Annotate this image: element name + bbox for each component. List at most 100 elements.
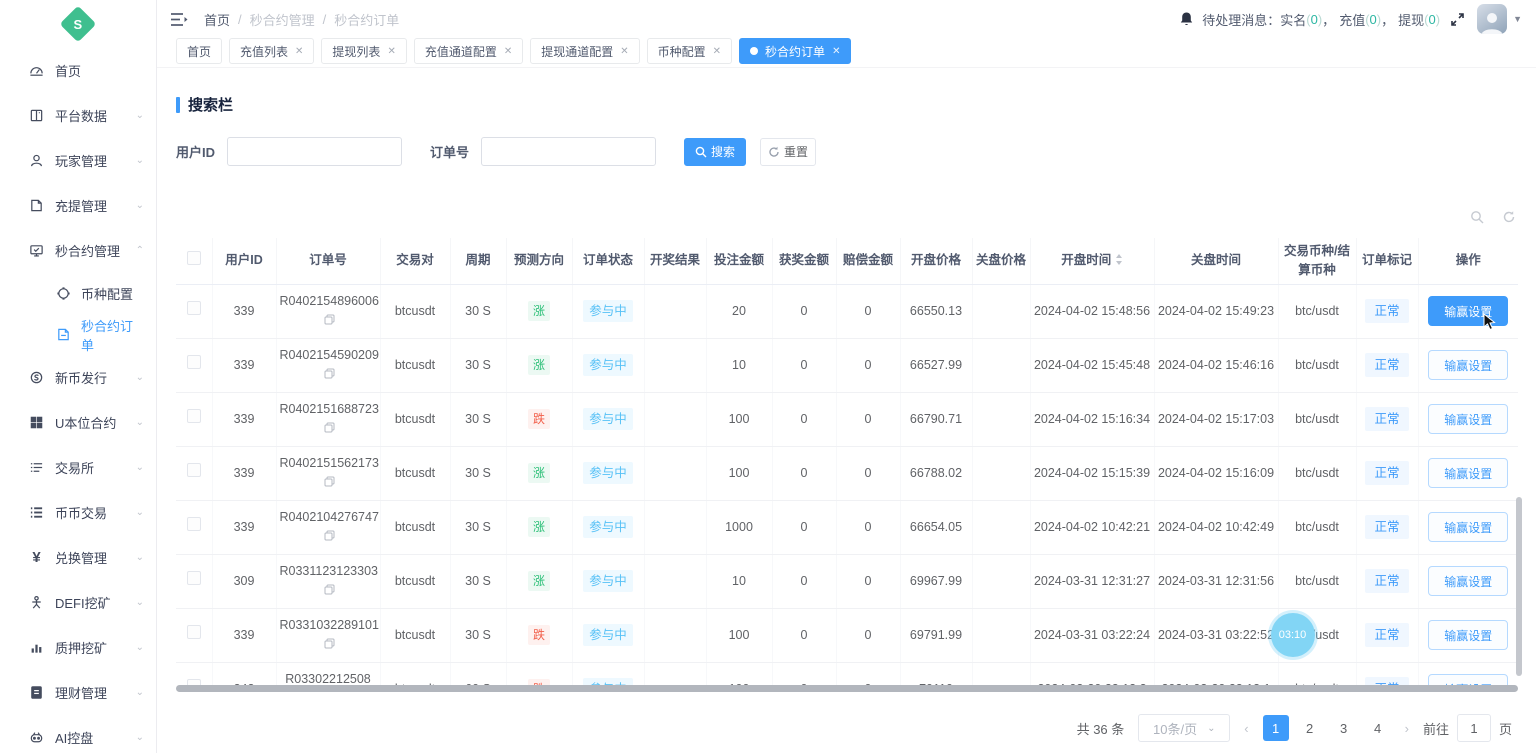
tab-label: 提现列表 [332, 44, 381, 59]
row-checkbox[interactable] [186, 679, 201, 685]
tab-秒合约订单[interactable]: 秒合约订单 ✕ [739, 38, 852, 64]
tab-首页[interactable]: 首页 [176, 38, 223, 64]
win-lose-settings-button[interactable]: 输赢设置 [1428, 674, 1509, 685]
cell-pair: btcusdt [380, 608, 451, 663]
tab-充值通道配置[interactable]: 充值通道配置 ✕ [413, 38, 524, 64]
sidebar-item-finance-mgmt[interactable]: 理财管理 ⌄ [0, 670, 156, 715]
tab-close-icon[interactable]: ✕ [295, 46, 303, 57]
fullscreen-icon[interactable] [1450, 12, 1465, 27]
cell-action: 输赢设置 [1418, 608, 1518, 663]
win-lose-settings-button[interactable]: 输赢设置 [1428, 296, 1509, 331]
goto-page-input[interactable] [1456, 714, 1491, 742]
cell-comp-amount: 0 [836, 608, 901, 663]
table-search-icon[interactable] [1470, 210, 1484, 224]
pending-messages[interactable]: 待处理消息： 实名( 0 )，充值( 0 )，提现( 0 ) [1179, 10, 1440, 29]
col-header-status: 订单状态 [572, 238, 645, 285]
app-logo[interactable]: S [0, 0, 156, 48]
tab-close-icon[interactable]: ✕ [832, 46, 840, 57]
tab-close-icon[interactable]: ✕ [387, 46, 395, 57]
sidebar-item-deposit-withdraw-mgmt[interactable]: 充提管理 ⌄ [0, 183, 156, 228]
reset-button[interactable]: 重置 [760, 137, 817, 166]
notice-count: 0 [1310, 11, 1318, 27]
sidebar-subitem-coin-config[interactable]: 币种配置 [0, 273, 156, 314]
sidebar-item-defi-mining[interactable]: DEFI挖矿 ⌄ [0, 580, 156, 625]
row-checkbox[interactable] [186, 517, 201, 532]
sidebar-item-second-contract-mgmt[interactable]: 秒合约管理 ⌃ [0, 228, 156, 273]
avatar[interactable] [1477, 4, 1508, 34]
sidebar-item-home[interactable]: 首页 [0, 48, 156, 93]
table-refresh-icon[interactable] [1502, 210, 1516, 224]
sidebar-item-ai-control[interactable]: AI控盘 ⌄ [0, 715, 156, 753]
countdown-bubble: 03:10 [1270, 613, 1315, 657]
sidebar-item-u-margin-contract[interactable]: U本位合约 ⌄ [0, 400, 156, 445]
menu-fold-icon[interactable] [171, 12, 188, 27]
horizontal-scrollbar[interactable] [176, 685, 1518, 692]
tab-提现通道配置[interactable]: 提现通道配置 ✕ [530, 38, 640, 64]
pagination-total: 共 36 条 [1076, 721, 1125, 737]
sidebar-item-player-mgmt[interactable]: 玩家管理 ⌄ [0, 138, 156, 183]
win-lose-settings-button[interactable]: 输赢设置 [1428, 350, 1509, 380]
sidebar-item-new-coin-issue[interactable]: 新币发行 ⌄ [0, 355, 156, 400]
page-size-select[interactable]: 10条/页 ⌄ [1138, 714, 1231, 742]
tab-提现列表[interactable]: 提现列表 ✕ [321, 38, 407, 64]
row-checkbox[interactable] [186, 463, 201, 478]
cell-close-time: 2024-04-02 15:17:03 [1154, 392, 1279, 447]
sidebar-subitem-second-contract-orders[interactable]: 秒合约订单 [0, 314, 156, 355]
copy-icon[interactable] [324, 474, 335, 493]
sidebar-item-swap-mgmt[interactable]: ¥ 兑换管理 ⌄ [0, 535, 156, 580]
row-checkbox[interactable] [186, 571, 201, 586]
col-header-open_time[interactable]: 开盘时间 [1030, 238, 1155, 285]
prev-page-arrow[interactable]: ‹ [1238, 721, 1254, 736]
sidebar-item-stake-mining[interactable]: 质押挖矿 ⌄ [0, 625, 156, 670]
copy-icon[interactable] [324, 312, 335, 331]
search-form: 用户ID 订单号 搜索 重置 [176, 137, 1522, 166]
row-checkbox[interactable] [186, 409, 201, 424]
copy-icon[interactable] [324, 366, 335, 385]
next-page-arrow[interactable]: › [1399, 721, 1415, 736]
coin-pair: btc/usdt [1295, 573, 1339, 588]
row-checkbox[interactable] [186, 355, 201, 370]
cell-select [176, 446, 213, 501]
page-number-4[interactable]: 4 [1365, 715, 1391, 741]
sidebar-item-exchange[interactable]: 交易所 ⌄ [0, 445, 156, 490]
cell-open-price: 69967.99 [900, 554, 973, 609]
tab-币种配置[interactable]: 币种配置 ✕ [646, 38, 733, 64]
page-number-3[interactable]: 3 [1331, 715, 1357, 741]
search-title-text: 搜索栏 [188, 97, 234, 114]
tab-充值列表[interactable]: 充值列表 ✕ [229, 38, 315, 64]
chevron-down-icon: ⌄ [135, 372, 144, 383]
row-checkbox[interactable] [186, 625, 201, 640]
order-no-input[interactable] [481, 137, 657, 166]
sidebar-item-coin-coin-trade[interactable]: 币币交易 ⌄ [0, 490, 156, 535]
copy-icon[interactable] [324, 582, 335, 601]
copy-icon[interactable] [324, 420, 335, 439]
tab-close-icon[interactable]: ✕ [620, 46, 628, 57]
search-button[interactable]: 搜索 [684, 137, 747, 166]
tab-close-icon[interactable]: ✕ [713, 46, 721, 57]
cell-direction: 跌 [506, 608, 573, 663]
avatar-caret-icon[interactable]: ▼ [1513, 14, 1522, 24]
win-lose-settings-button[interactable]: 输赢设置 [1428, 512, 1509, 542]
win-lose-settings-button[interactable]: 输赢设置 [1428, 620, 1509, 650]
row-checkbox[interactable] [186, 301, 201, 316]
col-header-label: 交易对 [396, 253, 434, 268]
vertical-scrollbar[interactable] [1516, 497, 1522, 677]
user-id-input[interactable] [227, 137, 403, 166]
win-lose-settings-button[interactable]: 输赢设置 [1428, 404, 1509, 434]
win-lose-settings-button[interactable]: 输赢设置 [1428, 566, 1509, 596]
copy-icon[interactable] [324, 528, 335, 547]
cell-win-amount: 0 [772, 446, 837, 501]
sidebar-item-platform-data[interactable]: 平台数据 ⌄ [0, 93, 156, 138]
coin-pair: btc/usdt [1295, 357, 1339, 372]
page-number-2[interactable]: 2 [1297, 715, 1323, 741]
copy-icon[interactable] [324, 636, 335, 655]
select-all-checkbox[interactable] [186, 250, 201, 265]
page-number-1[interactable]: 1 [1262, 715, 1289, 741]
sort-icon[interactable] [1111, 253, 1122, 267]
col-header-label: 开盘时间 [1061, 253, 1112, 268]
cell-user-id: 339 [212, 446, 277, 501]
win-lose-settings-button[interactable]: 输赢设置 [1428, 458, 1509, 488]
cell-user-id: 339 [212, 500, 277, 555]
tab-close-icon[interactable]: ✕ [504, 46, 512, 57]
breadcrumb-item[interactable]: 首页 [204, 10, 230, 29]
